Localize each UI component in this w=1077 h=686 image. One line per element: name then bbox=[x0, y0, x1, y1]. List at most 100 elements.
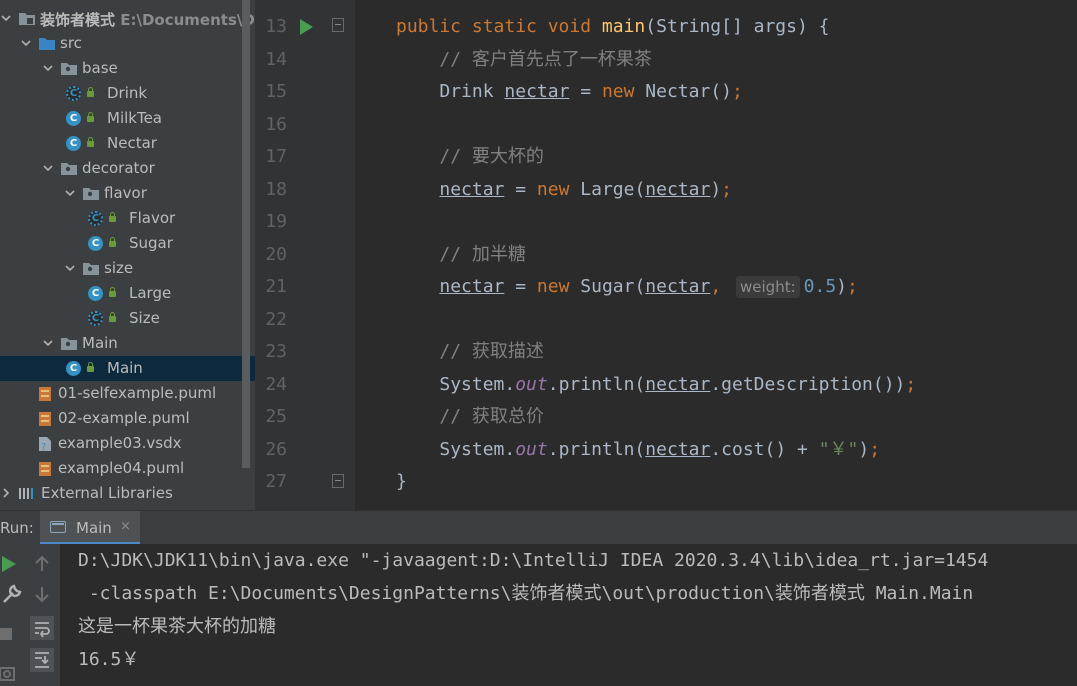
rerun-icon[interactable] bbox=[0, 552, 24, 576]
variable: nectar bbox=[645, 438, 711, 460]
code-token: ; bbox=[905, 373, 917, 395]
variable: nectar bbox=[504, 81, 570, 102]
tree-item[interactable]: example04.puml bbox=[0, 456, 255, 481]
stop-icon[interactable] bbox=[0, 622, 24, 646]
code-line[interactable]: // 要大杯的 bbox=[396, 141, 544, 173]
chevron-down-icon[interactable] bbox=[64, 187, 76, 199]
tree-item-label: base bbox=[82, 59, 118, 77]
code-token: , bbox=[710, 276, 733, 297]
tree-item[interactable]: 01-selfexample.puml bbox=[0, 381, 255, 406]
project-scrollbar[interactable] bbox=[242, 0, 250, 468]
code-line[interactable]: System.out.println(nectar.cost() + "￥"); bbox=[396, 434, 880, 466]
code-line[interactable]: System.out.println(nectar.getDescription… bbox=[396, 369, 916, 401]
type-name: Drink bbox=[439, 81, 505, 102]
keyword: new bbox=[601, 81, 646, 102]
tree-item[interactable]: C Main bbox=[0, 356, 255, 381]
svg-text:?: ? bbox=[41, 442, 46, 452]
tree-item-label: decorator bbox=[82, 159, 155, 177]
line-number: 27 bbox=[265, 471, 287, 492]
number-literal: 0.5 bbox=[803, 276, 837, 297]
chevron-down-icon[interactable] bbox=[20, 37, 32, 49]
fold-close-icon[interactable] bbox=[332, 474, 344, 488]
class-icon: C bbox=[66, 136, 81, 151]
fold-open-icon[interactable] bbox=[332, 18, 344, 32]
code-comment: // 获取描述 bbox=[439, 341, 544, 362]
tree-item[interactable]: C Large bbox=[0, 281, 255, 306]
variable: nectar bbox=[439, 276, 505, 297]
code-line[interactable]: Drink nectar = new Nectar(); bbox=[396, 76, 743, 108]
public-lock-icon bbox=[109, 312, 116, 322]
line-number: 13 bbox=[265, 16, 287, 37]
public-lock-icon bbox=[109, 237, 116, 247]
parameter-hint: weight: bbox=[736, 276, 800, 298]
tree-item[interactable]: 02-example.puml bbox=[0, 406, 255, 431]
code-token: ; bbox=[732, 81, 743, 102]
code-comment: // 获取总价 bbox=[439, 406, 544, 427]
console-output[interactable]: D:\JDK\JDK11\bin\java.exe "-javaagent:D:… bbox=[60, 544, 1077, 686]
code-token: = bbox=[504, 276, 537, 297]
close-icon[interactable]: × bbox=[120, 519, 131, 534]
tree-item[interactable]: C Size bbox=[0, 306, 255, 331]
project-panel: 装饰者模式 E:\Documents\Dessrc base CDrinkCMilk… bbox=[0, 0, 255, 510]
plantuml-file-icon bbox=[38, 386, 52, 402]
scroll-to-end-icon[interactable] bbox=[30, 648, 54, 672]
line-number: 21 bbox=[265, 276, 287, 297]
tree-item[interactable]: 装饰者模式 E:\Documents\Des bbox=[0, 6, 255, 31]
camera-icon[interactable] bbox=[0, 662, 24, 686]
module-path: E:\Documents\Des bbox=[120, 11, 255, 29]
tree-item[interactable]: src bbox=[0, 31, 255, 56]
code-token: .getDescription()) bbox=[710, 373, 906, 395]
chevron-down-icon[interactable] bbox=[0, 12, 12, 24]
code-line[interactable]: public static void main(String[] args) { bbox=[396, 11, 830, 43]
code-editor[interactable]: 13 14 15 16 17 18 19 20 21 22 23 24 25 26 27 public st… bbox=[255, 0, 1077, 510]
chevron-down-icon[interactable] bbox=[42, 162, 54, 174]
code-line[interactable]: // 获取总价 bbox=[396, 401, 544, 433]
tree-item[interactable]: C Flavor bbox=[0, 206, 255, 231]
soft-wrap-icon[interactable] bbox=[30, 616, 54, 640]
line-number: 14 bbox=[265, 48, 287, 70]
tree-item-label: Flavor bbox=[129, 209, 176, 227]
variable: nectar bbox=[439, 178, 505, 200]
run-tab-main[interactable]: Main × bbox=[40, 511, 140, 545]
code-token: = bbox=[569, 81, 602, 102]
code-line[interactable]: // 获取描述 bbox=[396, 336, 544, 368]
tree-item[interactable]: base bbox=[0, 56, 255, 81]
chevron-down-icon[interactable] bbox=[64, 262, 76, 274]
run-gutter-icon[interactable] bbox=[300, 19, 313, 35]
line-number: 26 bbox=[265, 438, 287, 460]
code-token: = bbox=[504, 178, 537, 200]
tree-item[interactable]: C Nectar bbox=[0, 131, 255, 156]
tree-item[interactable]: Main bbox=[0, 331, 255, 356]
tree-item[interactable]: C Sugar bbox=[0, 231, 255, 256]
line-number: 20 bbox=[265, 243, 287, 265]
tree-item[interactable]: External Libraries bbox=[0, 481, 255, 506]
code-line[interactable]: } bbox=[396, 466, 407, 498]
tree-item[interactable]: C MilkTea bbox=[0, 106, 255, 131]
line-number: 25 bbox=[265, 406, 287, 427]
keyword: new bbox=[536, 178, 581, 200]
code-token: Sugar( bbox=[580, 276, 646, 297]
chevron-right-icon[interactable] bbox=[0, 487, 12, 499]
tree-item[interactable]: ? example03.vsdx bbox=[0, 431, 255, 456]
chevron-down-icon[interactable] bbox=[42, 337, 54, 349]
tree-item[interactable]: flavor bbox=[0, 181, 255, 206]
chevron-down-icon[interactable] bbox=[42, 62, 54, 74]
code-line[interactable]: nectar = new Sugar(nectar, weight: 0.5); bbox=[396, 271, 858, 303]
line-number: 23 bbox=[265, 341, 287, 362]
package-icon bbox=[82, 185, 100, 201]
variable: nectar bbox=[645, 276, 711, 297]
line-number: 22 bbox=[265, 308, 287, 330]
package-icon bbox=[60, 60, 78, 76]
tree-item[interactable]: decorator bbox=[0, 156, 255, 181]
code-line[interactable]: // 加半糖 bbox=[396, 239, 526, 271]
arrow-down-icon[interactable] bbox=[30, 582, 54, 606]
arrow-up-icon[interactable] bbox=[30, 552, 54, 576]
tree-item[interactable]: size bbox=[0, 256, 255, 281]
tree-item-label: example04.puml bbox=[58, 459, 185, 477]
code-line[interactable]: nectar = new Large(nectar); bbox=[396, 174, 732, 206]
tree-item[interactable]: C Drink bbox=[0, 81, 255, 106]
code-line[interactable]: // 客户首先点了一杯果茶 bbox=[396, 44, 652, 76]
code-token: .println( bbox=[547, 438, 646, 460]
wrench-icon[interactable] bbox=[0, 582, 24, 606]
